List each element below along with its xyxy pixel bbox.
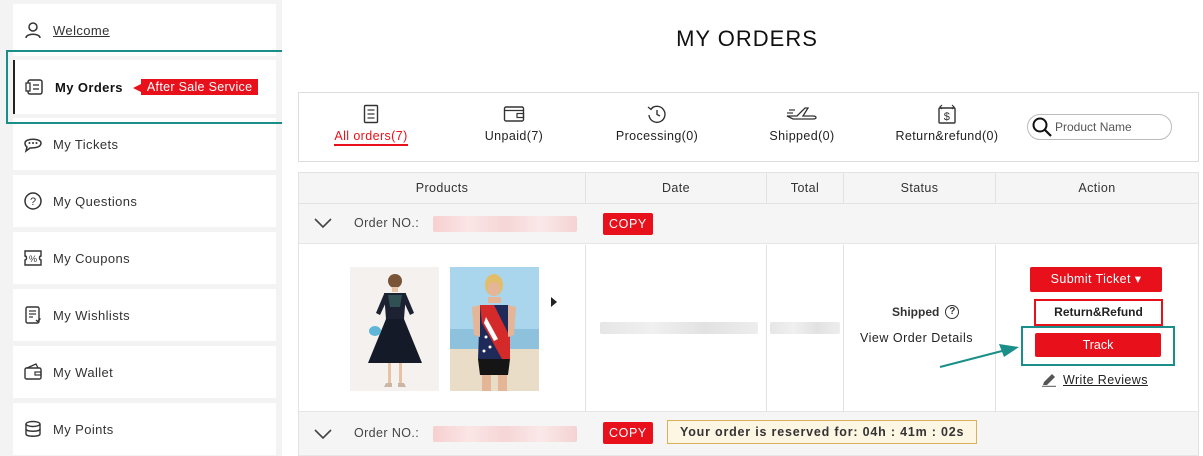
write-reviews-label: Write Reviews [1063,373,1148,387]
next-products-arrow[interactable] [551,297,557,307]
sidebar-item-label: My Questions [53,193,138,209]
copy-order-number-button[interactable]: COPY [603,422,653,444]
column-divider [843,245,844,412]
order-status: Shipped ? [892,305,960,319]
sidebar-item-label: My Wallet [53,364,114,380]
search-input[interactable] [1055,120,1165,134]
wallet-icon [479,103,549,125]
sidebar-item-my-coupons[interactable]: % My Coupons [13,232,276,284]
tab-label: Shipped(0) [769,129,835,143]
column-header-total: Total [790,181,820,195]
orders-table: Products Date Total Status Action Order … [298,172,1199,456]
order-tabs: All orders(7) Unpaid(7) Processing(0) Sh… [298,92,1199,162]
account-page: Welcome My Orders After Sale Service My … [0,0,1203,456]
history-icon [611,103,703,125]
pencil-icon [1042,374,1056,387]
tab-label: All orders(7) [334,129,408,146]
order-number-redacted [433,426,577,442]
order-body-row: Shipped ? View Order Details Submit Tick… [299,245,1198,412]
tab-label: Return&refund(0) [895,129,999,143]
sidebar-item-my-questions[interactable]: ? My Questions [13,175,276,227]
coupon-icon: % [23,248,43,268]
svg-text:$: $ [944,111,951,123]
sidebar-item-label: My Points [53,421,114,437]
copy-order-number-button[interactable]: COPY [603,213,653,235]
document-icon [329,103,413,125]
column-divider [995,173,996,203]
product-image-dress[interactable] [350,267,439,391]
column-header-date: Date [661,181,690,195]
tab-return-refund[interactable]: $ Return&refund(0) [891,103,1003,143]
product-search[interactable] [1027,114,1172,140]
column-header-products: Products [415,181,469,195]
order-number-label: Order NO.: [354,216,420,230]
column-header-status: Status [900,181,939,195]
write-reviews-link[interactable]: Write Reviews [1041,373,1148,387]
product-image-swimsuit[interactable] [450,267,539,391]
table-header: Products Date Total Status Action [299,172,1198,204]
sidebar: Welcome My Orders After Sale Service My … [0,0,294,456]
tab-all-orders[interactable]: All orders(7) [329,103,413,146]
sidebar-item-label: My Wishlists [53,307,131,323]
refund-icon: $ [891,103,1003,125]
chevron-down-icon[interactable] [313,213,333,233]
sidebar-item-label: My Coupons [53,250,130,266]
tab-unpaid[interactable]: Unpaid(7) [479,103,549,143]
sidebar-item-my-wishlists[interactable]: My Wishlists [13,289,276,341]
order-date-redacted [600,322,758,334]
submit-ticket-button[interactable]: Submit Ticket ▾ [1030,267,1162,292]
sidebar-item-welcome[interactable]: Welcome [13,4,276,56]
wishlist-icon [23,305,43,325]
chevron-down-icon[interactable] [313,424,333,444]
order-header-row: Order NO.: COPY [299,204,1198,244]
tab-label: Unpaid(7) [484,129,544,143]
order-total-redacted [770,322,840,334]
reservation-countdown: Your order is reserved for: 04h : 41m : … [667,420,978,444]
track-highlight-box [1021,326,1175,366]
order-header-row: Order NO.: COPY Your order is reserved f… [299,412,1198,456]
column-divider [995,245,996,412]
status-help-icon[interactable]: ? [945,305,960,319]
sidebar-item-my-tickets[interactable]: My Tickets [13,118,276,170]
tab-label: Processing(0) [615,129,699,143]
sidebar-item-my-wallet[interactable]: My Wallet [13,346,276,398]
question-icon: ? [23,191,43,211]
plane-icon [765,103,839,125]
column-header-action: Action [1078,181,1116,195]
column-divider [585,245,586,412]
status-text: Shipped [892,305,940,319]
sidebar-item-label: My Tickets [53,136,119,152]
main-content: MY ORDERS All orders(7) Unpaid(7) Proces… [282,0,1203,456]
user-icon [23,20,43,40]
sidebar-item-label: Welcome [53,22,110,38]
tab-shipped[interactable]: Shipped(0) [765,103,839,143]
points-icon [23,419,43,439]
column-divider [585,173,586,203]
my-orders-highlight-box [6,50,294,124]
column-divider [843,173,844,203]
page-title: MY ORDERS [676,26,818,51]
column-divider [766,173,767,203]
column-divider [766,245,767,412]
svg-text:?: ? [30,196,36,208]
sidebar-item-my-points[interactable]: My Points [13,403,276,455]
order-number-redacted [433,216,577,232]
chat-icon [23,134,43,154]
search-icon[interactable] [1031,116,1053,138]
svg-text:%: % [29,254,37,264]
wallet-icon [23,362,43,382]
return-refund-button[interactable]: Return&Refund [1034,299,1163,326]
tab-processing[interactable]: Processing(0) [611,103,703,143]
view-order-details-link[interactable]: View Order Details [860,331,973,345]
order-number-label: Order NO.: [354,426,420,440]
